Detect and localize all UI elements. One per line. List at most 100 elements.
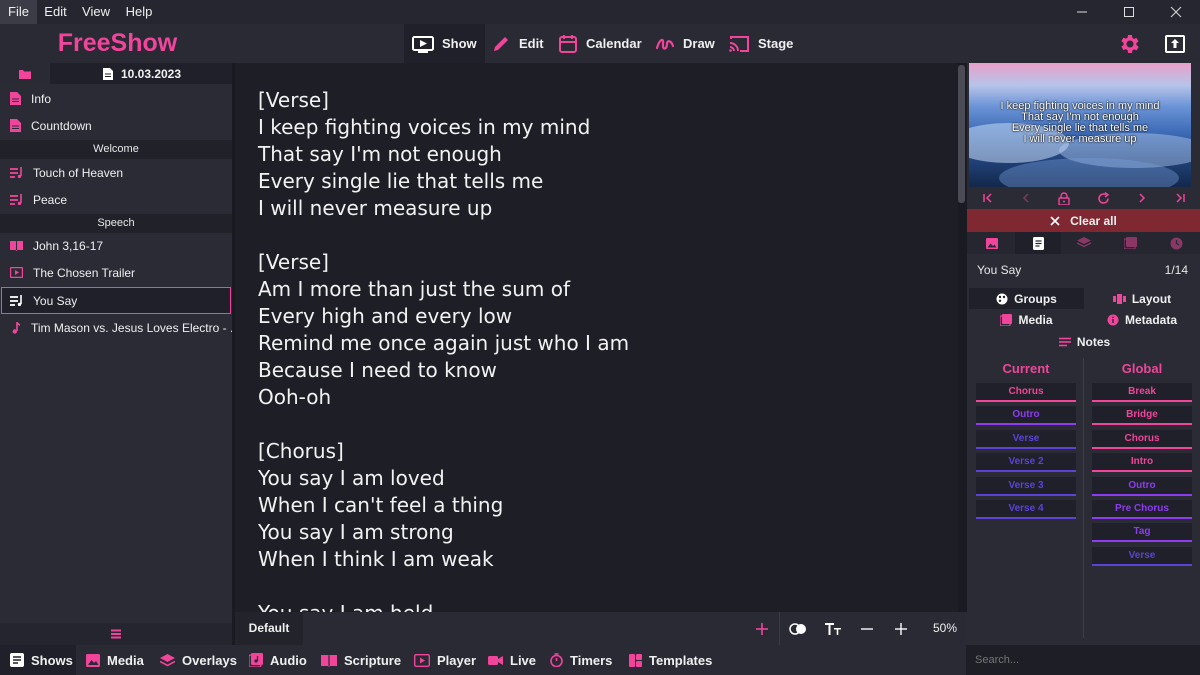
lyric-line[interactable]: You say I am loved — [258, 465, 938, 492]
project-item-info[interactable]: Info — [0, 85, 232, 112]
lyric-line[interactable]: I will never measure up — [258, 195, 938, 222]
tab-overlays[interactable]: Overlays — [152, 645, 245, 675]
zoom-in-icon[interactable] — [885, 612, 917, 645]
lyric-line[interactable]: Every single lie that tells me — [258, 168, 938, 195]
menu-help[interactable]: Help — [118, 0, 160, 24]
group-button-current[interactable]: Verse — [976, 429, 1076, 449]
lyric-line[interactable]: I keep fighting voices in my mind — [258, 114, 938, 141]
group-button-global[interactable]: Tag — [1092, 523, 1192, 543]
tab-metadata[interactable]: Metadata — [1084, 309, 1200, 330]
text-size-icon[interactable] — [817, 612, 849, 645]
group-button-current[interactable]: Verse 3 — [976, 476, 1076, 496]
tab-stage[interactable]: Stage — [720, 24, 801, 63]
editor-footer: Default 50% — [235, 612, 967, 645]
project-date-tab[interactable]: 10.03.2023 — [52, 63, 232, 84]
lyric-line[interactable]: When I think I am weak — [258, 546, 938, 573]
text-editor[interactable]: [Verse] I keep fighting voices in my mind… — [235, 63, 967, 612]
lyric-line[interactable]: [Verse] — [258, 249, 938, 276]
group-button-current[interactable]: Verse 2 — [976, 453, 1076, 473]
settings-gear-icon[interactable] — [1117, 32, 1141, 56]
group-button-global[interactable]: Break — [1092, 383, 1192, 402]
tab-shows[interactable]: Shows — [0, 645, 76, 675]
project-menu-button[interactable] — [0, 623, 232, 645]
tab-templates[interactable]: Templates — [621, 645, 720, 675]
lyric-line[interactable]: You say I am held — [258, 600, 938, 612]
group-button-global[interactable]: Outro — [1092, 476, 1192, 496]
lyric-line[interactable] — [258, 222, 938, 249]
tab-media-bottom[interactable]: Media — [78, 645, 152, 675]
lyrics-text[interactable]: [Verse] I keep fighting voices in my mind… — [258, 87, 938, 612]
lyric-line[interactable]: [Chorus] — [258, 438, 938, 465]
tab-edit[interactable]: Edit — [483, 24, 552, 63]
first-slide-icon[interactable] — [969, 187, 1007, 209]
group-button-current[interactable]: Verse 4 — [976, 500, 1076, 519]
tab-scripture[interactable]: Scripture — [313, 645, 409, 675]
lyric-line[interactable]: Remind me once again just who I am — [258, 330, 938, 357]
lyric-line[interactable] — [258, 411, 938, 438]
zoom-out-icon[interactable] — [851, 612, 883, 645]
folder-icon[interactable] — [0, 63, 50, 84]
next-slide-icon[interactable] — [1123, 187, 1161, 209]
project-item-peace[interactable]: Peace — [0, 186, 232, 213]
group-button-global[interactable]: Chorus — [1092, 429, 1192, 449]
lyric-line[interactable]: That say I'm not enough — [258, 141, 938, 168]
project-item-you-say[interactable]: You Say — [1, 287, 231, 314]
output-window-button[interactable] — [1163, 32, 1187, 56]
clock-icon[interactable] — [1153, 232, 1199, 254]
group-button-global[interactable]: Verse — [1092, 546, 1192, 566]
lyric-line[interactable]: [Verse] — [258, 87, 938, 114]
lyric-line[interactable] — [258, 573, 938, 600]
overlay-media-icon[interactable] — [1107, 232, 1153, 254]
group-button-current[interactable]: Chorus — [976, 383, 1076, 402]
group-button-global[interactable]: Bridge — [1092, 406, 1192, 426]
tab-groups[interactable]: Groups — [969, 288, 1084, 309]
tab-player[interactable]: Player — [406, 645, 484, 675]
overlap-circles-icon[interactable] — [782, 612, 814, 645]
editor-scrollbar[interactable] — [958, 63, 967, 612]
menu-file[interactable]: File — [0, 0, 37, 24]
lyric-line[interactable]: Ooh-oh — [258, 384, 938, 411]
tab-calendar[interactable]: Calendar — [550, 24, 650, 63]
layout-tab-default[interactable]: Default — [235, 612, 303, 645]
project-item-touch-of-heaven[interactable]: Touch of Heaven — [0, 159, 232, 186]
menu-edit[interactable]: Edit — [37, 0, 74, 24]
project-item-countdown[interactable]: Countdown — [0, 112, 232, 139]
search-input[interactable] — [966, 645, 1200, 675]
lyric-line[interactable]: Because I need to know — [258, 357, 938, 384]
layers-icon[interactable] — [1061, 232, 1107, 254]
maximize-button[interactable] — [1106, 0, 1152, 24]
project-item-john[interactable]: John 3,16-17 — [0, 232, 232, 259]
add-layout-plus-icon[interactable] — [746, 612, 778, 645]
tab-media[interactable]: Media — [969, 309, 1084, 330]
tab-draw[interactable]: Draw — [647, 24, 723, 63]
project-item-tim-mason[interactable]: Tim Mason vs. Jesus Loves Electro - ... — [0, 314, 232, 341]
tab-audio[interactable]: Audio — [241, 645, 315, 675]
document-icon — [10, 92, 21, 105]
group-button-global[interactable]: Pre Chorus — [1092, 500, 1192, 519]
clear-all-button[interactable]: Clear all — [967, 209, 1200, 232]
tab-layout[interactable]: Layout — [1084, 288, 1200, 309]
notes-lines-icon — [1058, 337, 1071, 347]
refresh-icon[interactable] — [1084, 187, 1122, 209]
lyric-line[interactable]: Every high and every low — [258, 303, 938, 330]
tab-show[interactable]: Show — [404, 24, 485, 63]
previous-slide-icon[interactable] — [1007, 187, 1045, 209]
last-slide-icon[interactable] — [1161, 187, 1199, 209]
slide-text-icon[interactable] — [1015, 232, 1061, 254]
group-button-current[interactable]: Outro — [976, 406, 1076, 426]
lyric-line[interactable]: Am I more than just the sum of — [258, 276, 938, 303]
tab-timers[interactable]: Timers — [542, 645, 620, 675]
output-preview[interactable]: I keep fighting voices in my mind That s… — [969, 63, 1191, 187]
tab-notes[interactable]: Notes — [969, 331, 1200, 352]
close-button[interactable] — [1153, 0, 1199, 24]
group-button-global[interactable]: Intro — [1092, 453, 1192, 473]
editor-scrollbar-thumb[interactable] — [958, 65, 965, 203]
lyric-line[interactable]: You say I am strong — [258, 519, 938, 546]
lyric-line[interactable]: When I can't feel a thing — [258, 492, 938, 519]
project-item-chosen-trailer[interactable]: The Chosen Trailer — [0, 259, 232, 286]
tab-live[interactable]: Live — [480, 645, 544, 675]
background-image-icon[interactable] — [969, 232, 1015, 254]
menu-view[interactable]: View — [76, 0, 116, 24]
lock-icon[interactable] — [1045, 187, 1083, 209]
minimize-button[interactable] — [1059, 0, 1105, 24]
